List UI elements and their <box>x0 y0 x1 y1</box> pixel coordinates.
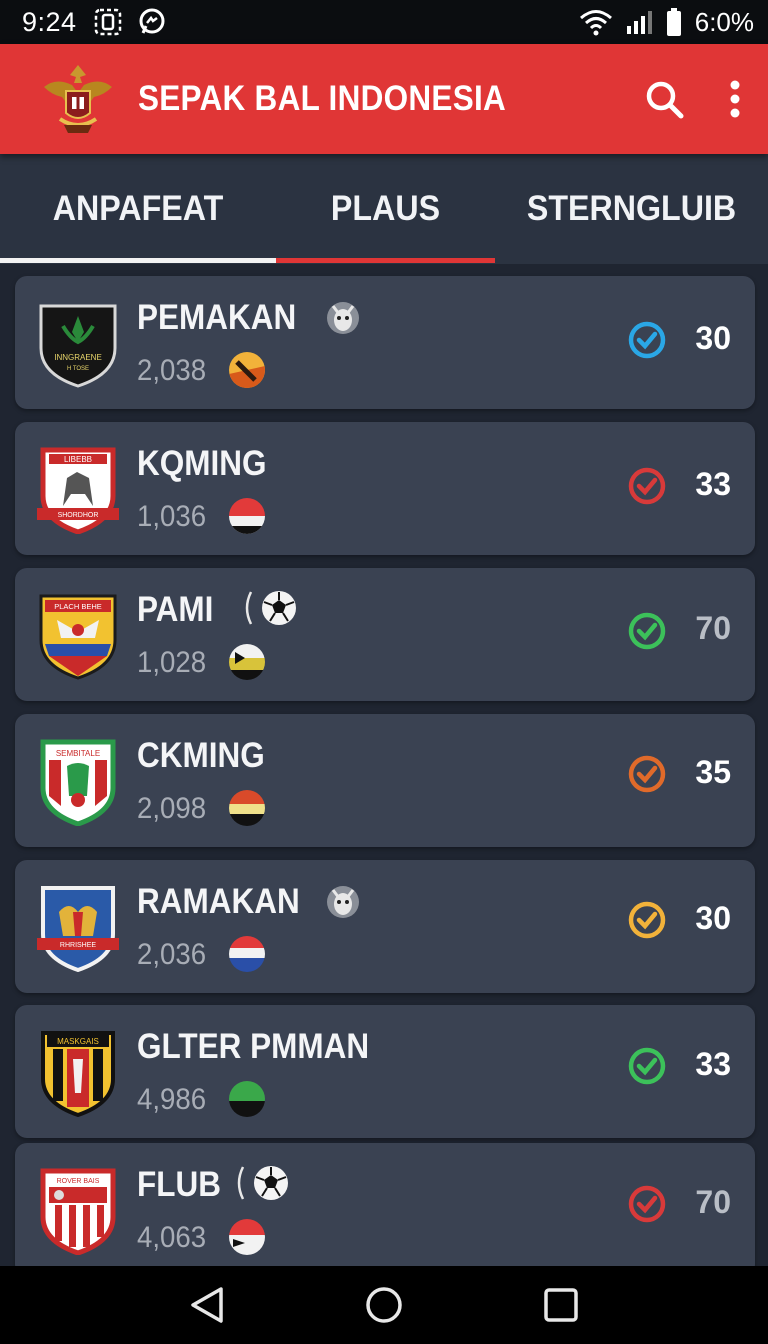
club-score: 70 <box>695 1184 731 1220</box>
club-name: RAMAKAN <box>137 882 300 921</box>
soccer-ball-icon <box>245 591 296 625</box>
club-name: CKMING <box>137 736 265 775</box>
club-card[interactable]: SEMBITALE CKMING 2,098 35 <box>15 714 755 847</box>
check-circle-icon <box>628 901 666 939</box>
club-count: 2,098 <box>137 792 207 825</box>
crest-subtext: RHRISHEE <box>60 942 97 949</box>
tab-plaus[interactable]: PLAUS <box>285 154 486 264</box>
check-circle-icon <box>628 467 666 505</box>
garuda-crest-icon <box>36 57 120 141</box>
tab-selected-indicator <box>276 258 495 263</box>
club-name: GLTER PMMAN <box>137 1027 370 1066</box>
crest-text: SEMBITALE <box>56 749 100 758</box>
crest-text: LIBEBB <box>64 455 92 464</box>
club-score: 35 <box>695 754 731 790</box>
club-crest-icon: PLACH BEHE <box>39 594 117 680</box>
flag-icon <box>229 1081 265 1117</box>
tab-anpafeat[interactable]: ANPAFEAT <box>11 154 265 264</box>
check-circle-icon <box>628 755 666 793</box>
club-score: 33 <box>695 1046 731 1082</box>
club-name: PAMI <box>137 590 214 629</box>
crest-subtext: SHORDHOR <box>58 512 99 519</box>
crest-text: PLACH BEHE <box>54 602 102 611</box>
club-count: 4,063 <box>137 1221 207 1254</box>
back-icon[interactable] <box>189 1285 225 1325</box>
flag-icon <box>229 936 265 972</box>
goat-icon <box>327 886 359 918</box>
sun-flag-icon <box>229 352 265 388</box>
club-crest-icon: MASKGAIS <box>41 1031 115 1117</box>
status-time: 9:24 <box>22 6 77 37</box>
check-circle-icon <box>628 1047 666 1085</box>
club-count: 2,036 <box>137 938 207 971</box>
flag-icon <box>229 1219 265 1255</box>
crest-text: ROVER BAIS <box>57 1178 100 1185</box>
app-title: SEPAK BAL INDONESIA <box>138 79 507 118</box>
navigation-bar <box>0 1266 768 1344</box>
goat-icon <box>327 302 359 334</box>
sim-card-icon <box>94 8 121 36</box>
crest-text: MASKGAIS <box>57 1037 99 1046</box>
wifi-icon <box>579 10 612 36</box>
recents-icon[interactable] <box>543 1287 579 1323</box>
club-name: KQMING <box>137 444 267 483</box>
flag-indonesia-icon <box>229 498 265 534</box>
club-count: 1,036 <box>137 500 207 533</box>
club-card[interactable]: INNGRAENE H TOSE PEMAKAN 2,038 30 <box>15 276 755 409</box>
app-bar: SEPAK BAL INDONESIA <box>0 44 768 154</box>
tab-divider <box>0 258 276 263</box>
battery-icon <box>666 8 681 36</box>
club-crest-icon: ROVER BAIS <box>40 1168 116 1255</box>
club-crest-icon: INNGRAENE H TOSE <box>39 304 117 388</box>
club-card[interactable]: RHRISHEE RAMAKAN 2,036 30 <box>15 860 755 993</box>
more-vert-icon[interactable] <box>730 80 740 118</box>
messenger-icon <box>139 8 165 34</box>
club-crest-icon: LIBEBB SHORDHOR <box>37 447 119 534</box>
flag-icon <box>229 644 265 680</box>
club-count: 2,038 <box>137 354 207 387</box>
battery-percent: 6:0% <box>694 6 754 37</box>
check-circle-icon <box>628 612 666 650</box>
crest-subtext: H TOSE <box>67 366 89 372</box>
club-card[interactable]: PLACH BEHE PAMI 1,028 70 <box>15 568 755 701</box>
club-score: 33 <box>695 466 731 502</box>
club-name: FLUB <box>137 1165 221 1204</box>
tab-bar: ANPAFEAT PLAUS STERNGLUIB <box>0 154 768 264</box>
flag-icon <box>229 790 265 826</box>
club-card[interactable]: MASKGAIS GLTER PMMAN 4,986 33 <box>15 1005 755 1138</box>
crest-text: INNGRAENE <box>54 353 102 362</box>
check-circle-icon <box>628 1185 666 1223</box>
club-crest-icon: SEMBITALE <box>40 739 116 826</box>
club-score: 30 <box>695 900 731 936</box>
signal-icon <box>626 11 652 34</box>
club-score: 70 <box>695 610 731 646</box>
club-crest-icon: RHRISHEE <box>37 886 119 972</box>
club-list[interactable]: INNGRAENE H TOSE PEMAKAN 2,038 30 LIBEBB <box>0 264 768 1266</box>
club-score: 30 <box>695 320 731 356</box>
club-card[interactable]: ROVER BAIS FLUB 4,063 70 <box>15 1143 755 1266</box>
tab-sterngluib[interactable]: STERNGLUIB <box>506 154 757 264</box>
club-count: 1,028 <box>137 646 207 679</box>
home-icon[interactable] <box>364 1285 404 1325</box>
club-name: PEMAKAN <box>137 298 297 337</box>
search-icon[interactable] <box>644 79 684 119</box>
club-count: 4,986 <box>137 1083 207 1116</box>
club-card[interactable]: LIBEBB SHORDHOR KQMING 1,036 33 <box>15 422 755 555</box>
check-circle-icon <box>628 321 666 359</box>
status-bar: 9:24 6:0% <box>0 0 768 44</box>
soccer-ball-icon <box>237 1166 288 1200</box>
